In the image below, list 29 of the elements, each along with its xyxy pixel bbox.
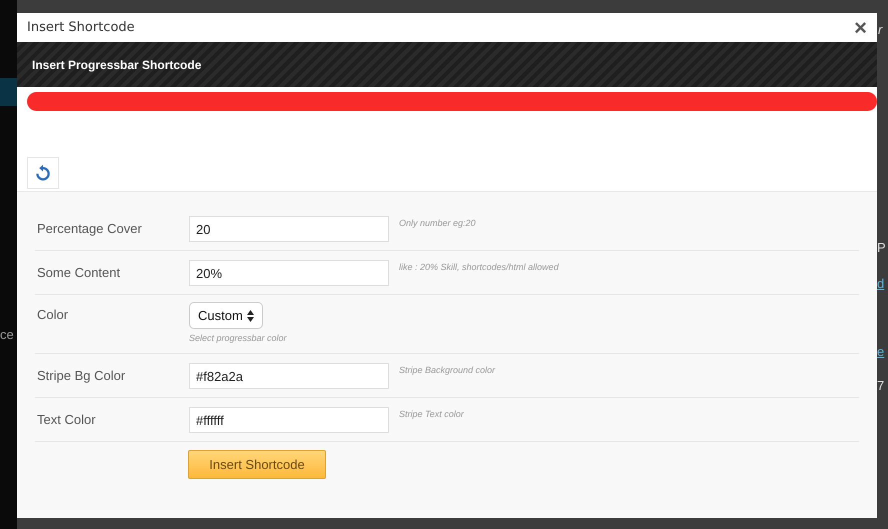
field-label: Some Content [36, 264, 122, 282]
reset-icon [34, 164, 52, 182]
field-hint: Select progressbar color [189, 332, 287, 345]
sidebar-item-highlight [0, 78, 17, 106]
text-field[interactable]: #ffffff [189, 407, 389, 433]
color-select[interactable]: Custom [189, 302, 263, 329]
background-text: ce [0, 327, 14, 343]
field-label: Stripe Bg Color [36, 367, 126, 385]
background-text: 7 [877, 378, 884, 394]
text-field[interactable]: #f82a2a [189, 363, 389, 389]
field-hint: like : 20% Skill, shortcodes/html allowed [399, 261, 559, 274]
field-label: Percentage Cover [36, 220, 143, 238]
reset-button[interactable] [27, 157, 59, 189]
text-field[interactable]: 20% [189, 260, 389, 286]
dropdown-arrows-icon [247, 310, 254, 322]
background-text: P [877, 240, 886, 256]
close-button[interactable]: × [854, 16, 867, 38]
field-hint: Stripe Text color [399, 408, 464, 421]
background-text[interactable]: e [877, 344, 884, 360]
banner-title: Insert Progressbar Shortcode [32, 56, 202, 74]
field-label: Color [36, 306, 70, 324]
background-text[interactable]: d [877, 276, 884, 292]
field-hint: Only number eg:20 [399, 217, 476, 230]
background-text: r [878, 22, 882, 38]
field-hint: Stripe Background color [399, 364, 496, 377]
dialog-title: Insert Shortcode [27, 18, 135, 37]
field-label: Text Color [36, 411, 97, 429]
text-field[interactable]: 20 [189, 216, 389, 242]
insert-shortcode-button[interactable]: Insert Shortcode [188, 450, 326, 479]
